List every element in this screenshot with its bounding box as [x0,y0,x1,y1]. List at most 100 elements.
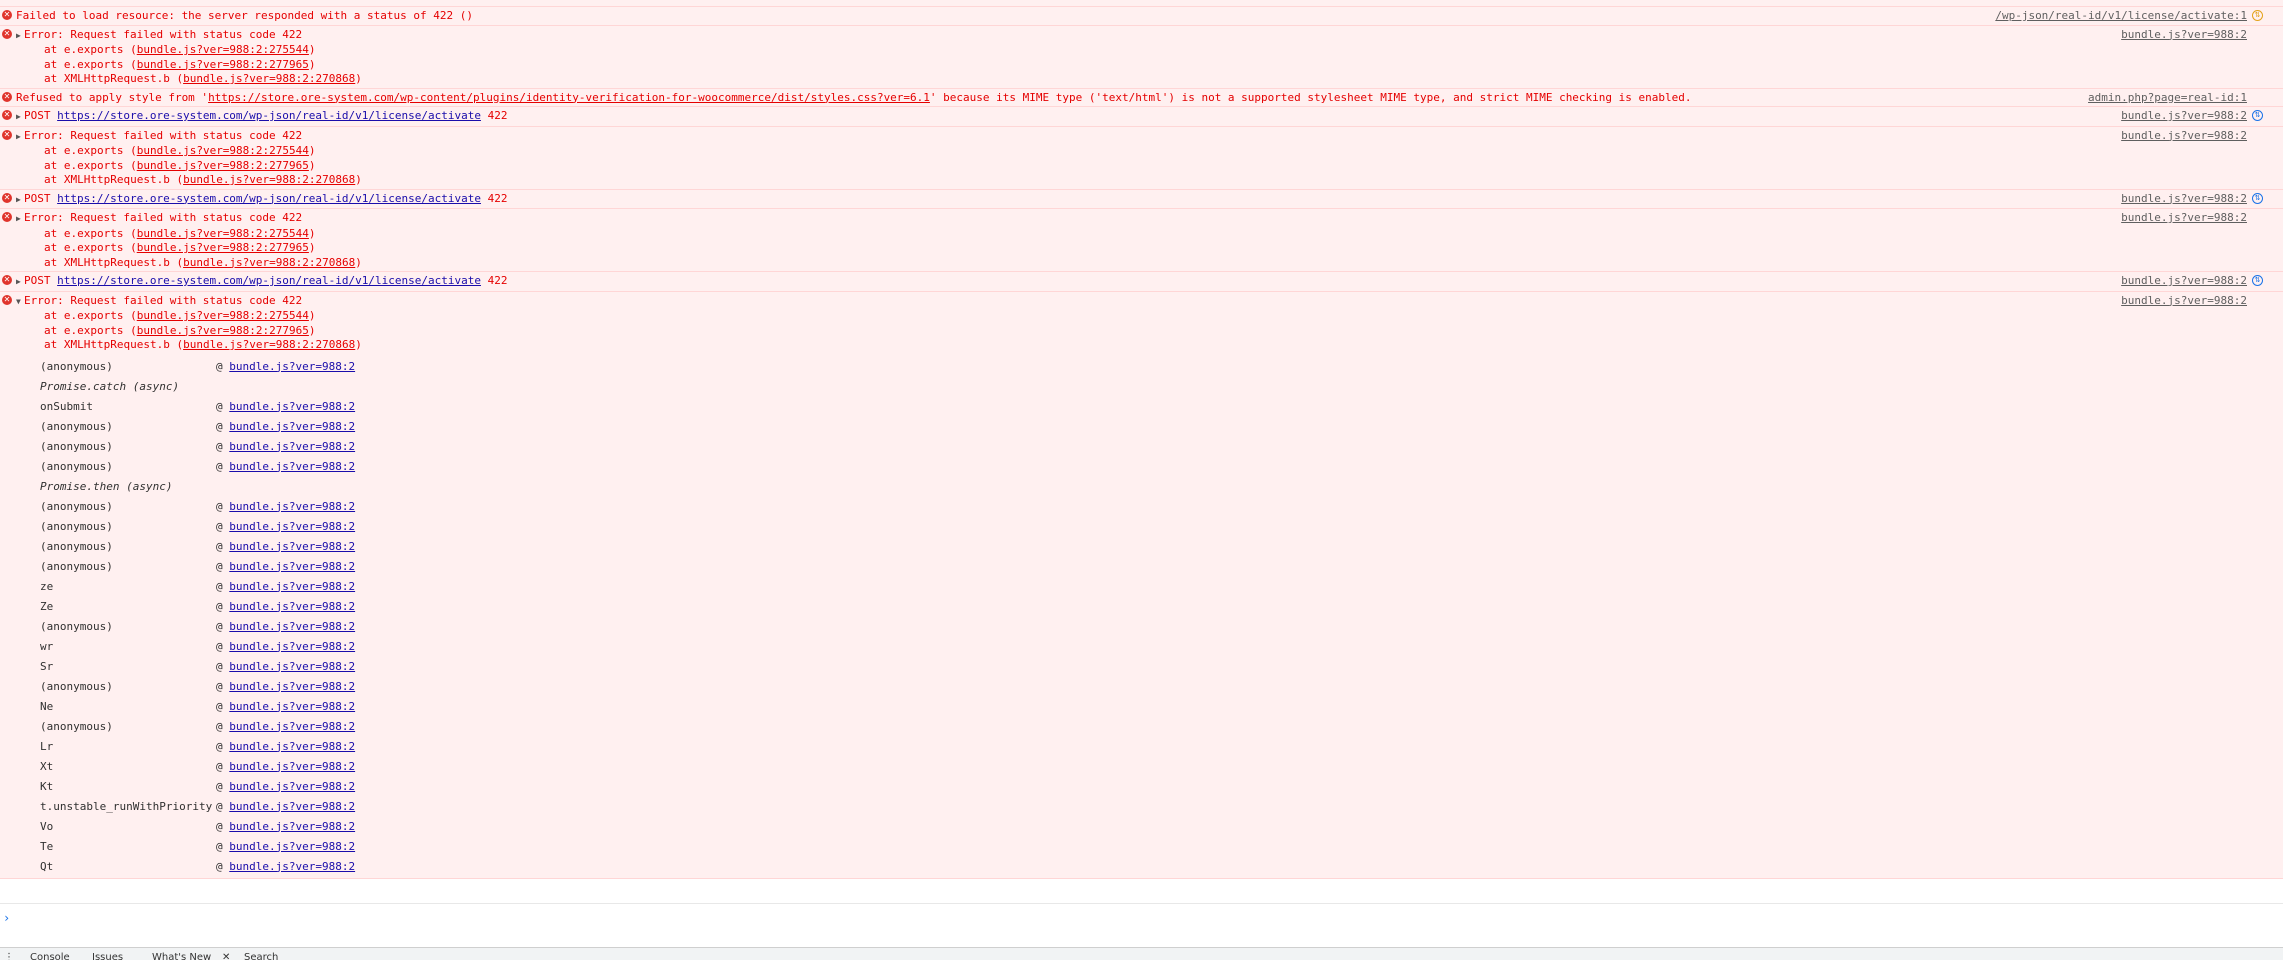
call-stack-function: Te [40,839,54,853]
call-stack-function: (anonymous) [40,519,113,533]
network-request-icon[interactable]: ⇅ [2252,275,2263,286]
call-stack-row: Kt @ bundle.js?ver=988:2 [16,777,2283,797]
call-stack-link[interactable]: bundle.js?ver=988:2 [229,520,355,533]
call-stack-function: Promise.then (async) [40,479,173,493]
call-stack-function: (anonymous) [40,419,113,433]
call-stack-row: (anonymous) @ bundle.js?ver=988:2 [16,717,2283,737]
console-message-error[interactable]: ✕ Refused to apply style from 'https://st… [0,88,2283,107]
call-stack-link[interactable]: bundle.js?ver=988:2 [229,740,355,753]
console-message-post[interactable]: ✕ ▶ POST https://store.ore-system.com/wp-j… [0,272,2283,292]
call-stack-row: ze @ bundle.js?ver=988:2 [16,577,2283,597]
stack-frame: at XMLHttpRequest.b (bundle.js?ver=988:2… [16,256,2283,271]
frame-link[interactable]: bundle.js?ver=988:2:270868 [183,256,355,269]
at-symbol: @ [216,619,230,633]
frame-link[interactable]: bundle.js?ver=988:2:270868 [183,338,355,351]
error-text: Failed to load resource: the server resp… [16,9,473,22]
console-message-stack[interactable]: ✕ ▶ Error: Request failed with status code… [0,209,2283,272]
frame-link[interactable]: bundle.js?ver=988:2:277965 [137,241,309,254]
expand-triangle-icon[interactable]: ▶ [16,110,24,125]
expand-triangle-icon[interactable]: ▶ [16,130,24,145]
frame-prefix: at e.exports ( [44,323,137,337]
frame-link[interactable]: bundle.js?ver=988:2:270868 [183,72,355,85]
status-code: 422 [480,191,508,205]
message-source-link[interactable]: bundle.js?ver=988:2 [2121,192,2247,207]
call-stack-function: (anonymous) [40,539,113,553]
call-stack-link[interactable]: bundle.js?ver=988:2 [229,700,355,713]
message-source-link[interactable]: admin.php?page=real-id:1 [2088,91,2247,106]
frame-link[interactable]: bundle.js?ver=988:2:275544 [137,227,309,240]
frame-suffix: ) [308,144,316,157]
network-request-icon[interactable]: ⇅ [2252,110,2263,121]
call-stack-link[interactable]: bundle.js?ver=988:2 [229,840,355,853]
call-stack-function: (anonymous) [40,559,113,573]
call-stack-link[interactable]: bundle.js?ver=988:2 [229,660,355,673]
expanded-error-message[interactable]: ✕ ▼ Error: Request failed with status cod… [0,291,2283,879]
frame-link[interactable]: bundle.js?ver=988:2:277965 [137,159,309,172]
expand-triangle-icon[interactable]: ▶ [16,193,24,208]
call-stack-link[interactable]: bundle.js?ver=988:2 [229,780,355,793]
console-message-stack[interactable]: ✕ ▶ Error: Request failed with status code… [0,126,2283,190]
console-message-stack[interactable]: ✕ ▶ Error: Request failed with status code… [0,25,2283,89]
message-source-link[interactable]: bundle.js?ver=988:2 [2121,294,2247,309]
frame-link[interactable]: bundle.js?ver=988:2:270868 [183,173,355,186]
console-message-post[interactable]: ✕ ▶ POST https://store.ore-system.com/wp-j… [0,189,2283,209]
frame-prefix: at e.exports ( [44,144,137,157]
stack-frame: at XMLHttpRequest.b (bundle.js?ver=988:2… [16,338,2283,353]
call-stack-function: (anonymous) [40,499,113,513]
network-request-icon[interactable]: ⇅ [2252,10,2263,21]
console-prompt[interactable]: › [0,903,2283,948]
expand-triangle-icon[interactable]: ▶ [16,275,24,290]
message-source-link[interactable]: bundle.js?ver=988:2 [2121,211,2247,226]
frame-link[interactable]: bundle.js?ver=988:2:275544 [137,43,309,56]
request-url-link[interactable]: https://store.ore-system.com/wp-json/rea… [57,109,481,122]
request-url-link[interactable]: https://store.ore-system.com/wp-json/rea… [57,274,481,287]
network-request-icon[interactable]: ⇅ [2252,192,2263,204]
console-message-post[interactable]: ✕ ▶ POST https://store.ore-system.com/wp-j… [0,107,2283,127]
frame-suffix: ) [308,309,316,322]
prompt-chevron-icon: › [3,911,11,925]
call-stack-link[interactable]: bundle.js?ver=988:2 [229,640,355,653]
stylesheet-url-link[interactable]: https://store.ore-system.com/wp-content/… [208,91,930,104]
call-stack-row: Qt @ bundle.js?ver=988:2 [16,857,2283,877]
call-stack-link[interactable]: bundle.js?ver=988:2 [229,760,355,773]
call-stack-link[interactable]: bundle.js?ver=988:2 [229,800,355,813]
call-stack-link[interactable]: bundle.js?ver=988:2 [229,720,355,733]
message-source-link[interactable]: bundle.js?ver=988:2 [2121,28,2247,43]
frame-link[interactable]: bundle.js?ver=988:2:275544 [137,144,309,157]
frame-link[interactable]: bundle.js?ver=988:2:277965 [137,324,309,337]
call-stack-link[interactable]: bundle.js?ver=988:2 [229,680,355,693]
call-stack-link[interactable]: bundle.js?ver=988:2 [229,360,355,373]
request-method: POST [24,109,58,122]
call-stack-link[interactable]: bundle.js?ver=988:2 [229,560,355,573]
call-stack-link[interactable]: bundle.js?ver=988:2 [229,500,355,513]
call-stack-row: (anonymous) @ bundle.js?ver=988:2 [16,417,2283,437]
call-stack-link[interactable]: bundle.js?ver=988:2 [229,420,355,433]
at-symbol: @ [216,539,230,553]
frame-link[interactable]: bundle.js?ver=988:2:277965 [137,58,309,71]
call-stack-link[interactable]: bundle.js?ver=988:2 [229,600,355,613]
at-symbol: @ [216,639,230,653]
expand-triangle-icon[interactable]: ▶ [16,212,24,227]
message-source-link[interactable]: /wp-json/real-id/v1/license/activate:1 [1995,9,2247,24]
frame-link[interactable]: bundle.js?ver=988:2:275544 [137,309,309,322]
call-stack-row: Promise.catch (async) [16,377,2283,397]
frame-suffix: ) [355,255,362,269]
status-code: 422 [480,109,508,122]
call-stack-link[interactable]: bundle.js?ver=988:2 [229,440,355,453]
call-stack-link[interactable]: bundle.js?ver=988:2 [229,540,355,553]
call-stack-row: Vo @ bundle.js?ver=988:2 [16,817,2283,837]
call-stack-link[interactable]: bundle.js?ver=988:2 [229,580,355,593]
call-stack-link[interactable]: bundle.js?ver=988:2 [229,400,355,413]
call-stack-link[interactable]: bundle.js?ver=988:2 [229,620,355,633]
message-source-link[interactable]: bundle.js?ver=988:2 [2121,109,2247,124]
call-stack-row: Ne @ bundle.js?ver=988:2 [16,697,2283,717]
message-source-link[interactable]: bundle.js?ver=988:2 [2121,274,2247,289]
collapse-triangle-icon[interactable]: ▼ [16,295,24,310]
expand-triangle-icon[interactable]: ▶ [16,29,24,44]
request-url-link[interactable]: https://store.ore-system.com/wp-json/rea… [57,192,481,205]
console-message-error[interactable]: ✕ Failed to load resource: the server res… [0,7,2283,26]
call-stack-link[interactable]: bundle.js?ver=988:2 [229,460,355,473]
call-stack-link[interactable]: bundle.js?ver=988:2 [229,820,355,833]
message-source-link[interactable]: bundle.js?ver=988:2 [2121,129,2247,144]
call-stack-link[interactable]: bundle.js?ver=988:2 [229,860,355,873]
